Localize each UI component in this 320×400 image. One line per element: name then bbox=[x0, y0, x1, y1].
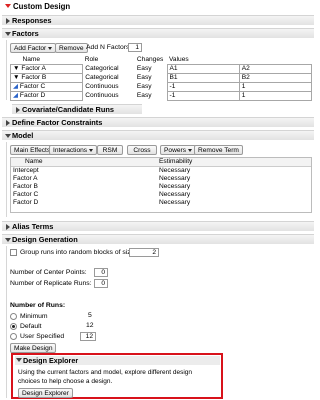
column-header: Role bbox=[84, 56, 99, 64]
minimum-label: Minimum bbox=[20, 313, 48, 320]
section-covariate-runs[interactable]: Covariate/Candidate Runs bbox=[12, 104, 142, 114]
collapsed-triangle-icon[interactable] bbox=[6, 224, 10, 230]
add-n-factors-label: Add N Factors bbox=[86, 44, 130, 51]
design-explorer-button[interactable]: Design Explorer bbox=[18, 388, 73, 398]
expanded-triangle-icon[interactable] bbox=[5, 134, 11, 138]
minimum-radio[interactable] bbox=[10, 313, 17, 320]
table-row[interactable]: ◢ Factor D Continuous Easy -1 1 bbox=[9, 91, 313, 101]
column-header: Name bbox=[22, 56, 41, 63]
collapsed-triangle-icon[interactable] bbox=[6, 18, 10, 24]
expanded-triangle-icon[interactable] bbox=[5, 32, 11, 36]
add-factor-button[interactable]: Add Factor bbox=[10, 43, 57, 53]
collapsed-triangle-icon[interactable] bbox=[6, 120, 10, 126]
column-header: Name bbox=[11, 158, 157, 167]
expanded-triangle-icon[interactable] bbox=[5, 238, 11, 242]
section-design-explorer[interactable]: Design Explorer bbox=[15, 356, 220, 365]
table-row[interactable]: Intercept Necessary bbox=[11, 167, 311, 176]
remove-factor-button[interactable]: Remove bbox=[55, 43, 88, 53]
title-bar[interactable]: Custom Design bbox=[2, 1, 202, 11]
continuous-icon: ◢ bbox=[13, 83, 19, 90]
group-runs-checkbox[interactable] bbox=[10, 249, 17, 256]
collapsed-triangle-icon[interactable] bbox=[16, 107, 20, 113]
remove-term-button[interactable]: Remove Term bbox=[194, 145, 243, 155]
main-effects-button[interactable]: Main Effects bbox=[10, 145, 55, 155]
expanded-triangle-icon[interactable] bbox=[16, 358, 22, 362]
default-radio[interactable] bbox=[10, 323, 17, 330]
explorer-description-line2: choices to help choose a design. bbox=[18, 378, 113, 385]
section-factor-constraints[interactable]: Define Factor Constraints bbox=[2, 117, 314, 127]
make-design-button[interactable]: Make Design bbox=[10, 343, 57, 353]
replicate-runs-label: Number of Replicate Runs: bbox=[10, 280, 92, 287]
outline-line bbox=[6, 40, 7, 100]
powers-button[interactable]: Powers bbox=[160, 145, 196, 155]
add-n-factors-input[interactable]: 1 bbox=[128, 43, 142, 52]
default-value: 12 bbox=[86, 322, 94, 329]
dropdown-arrow-icon bbox=[48, 46, 53, 50]
categorical-icon: ▼ bbox=[13, 65, 20, 72]
section-design-generation[interactable]: Design Generation bbox=[2, 234, 314, 244]
block-size-input[interactable]: 2 bbox=[129, 248, 159, 257]
dropdown-arrow-icon bbox=[188, 148, 192, 152]
user-specified-radio[interactable] bbox=[10, 333, 17, 340]
factors-table: Name Role Changes Values ▼ Factor A Cate… bbox=[9, 56, 313, 101]
categorical-icon: ▼ bbox=[13, 74, 20, 81]
red-triangle-menu-icon[interactable] bbox=[5, 4, 11, 8]
center-points-input[interactable]: 0 bbox=[94, 268, 108, 277]
table-row[interactable]: ◢ Factor C Continuous Easy -1 1 bbox=[9, 82, 313, 92]
page-title: Custom Design bbox=[13, 2, 71, 11]
replicate-runs-input[interactable]: 0 bbox=[94, 279, 108, 288]
model-table: Name Estimability Intercept Necessary Fac… bbox=[10, 157, 312, 213]
section-factors[interactable]: Factors bbox=[2, 28, 314, 38]
table-header-row: Name Estimability bbox=[11, 158, 311, 167]
table-row[interactable]: Factor A Necessary bbox=[11, 175, 311, 183]
column-header: Changes bbox=[136, 56, 164, 64]
group-runs-label: Group runs into random blocks of size: bbox=[20, 249, 137, 256]
number-of-runs-label: Number of Runs: bbox=[10, 302, 66, 309]
table-row[interactable]: Factor D Necessary bbox=[11, 199, 311, 207]
column-header: Estimability bbox=[157, 158, 311, 167]
continuous-icon: ◢ bbox=[13, 92, 19, 99]
table-row[interactable]: ▼ Factor B Categorical Easy B1 B2 bbox=[9, 73, 313, 83]
user-specified-label: User Specified bbox=[20, 333, 65, 340]
rsm-button[interactable]: RSM bbox=[97, 145, 123, 155]
center-points-label: Number of Center Points: bbox=[10, 269, 87, 276]
table-row[interactable]: Factor C Necessary bbox=[11, 191, 311, 199]
cross-button[interactable]: Cross bbox=[127, 145, 157, 155]
outline-line bbox=[6, 142, 7, 217]
dropdown-arrow-icon bbox=[89, 148, 94, 152]
section-responses[interactable]: Responses bbox=[2, 15, 314, 25]
column-header: Values bbox=[169, 56, 189, 63]
section-alias-terms[interactable]: Alias Terms bbox=[2, 221, 314, 231]
user-specified-input[interactable]: 12 bbox=[80, 332, 96, 341]
section-model[interactable]: Model bbox=[2, 130, 314, 140]
minimum-value: 5 bbox=[88, 312, 92, 319]
outline-line bbox=[6, 246, 7, 398]
table-row[interactable]: Factor B Necessary bbox=[11, 183, 311, 191]
interactions-button[interactable]: Interactions bbox=[49, 145, 98, 155]
default-label: Default bbox=[20, 323, 42, 330]
table-header-row: Name Role Changes Values bbox=[11, 56, 312, 65]
table-row[interactable]: ▼ Factor A Categorical Easy A1 A2 bbox=[9, 64, 313, 74]
explorer-description-line1: Using the current factors and model, exp… bbox=[18, 369, 193, 376]
